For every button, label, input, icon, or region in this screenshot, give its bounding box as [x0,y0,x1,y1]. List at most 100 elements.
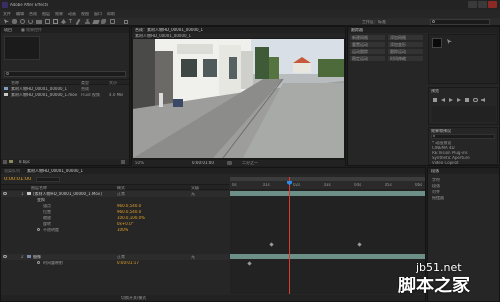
effects-category[interactable]: Video Copilot [432,161,459,165]
search-help-input[interactable] [430,19,490,25]
tab-effect-controls[interactable]: ■ 效果控件 [21,28,42,32]
audio-icon[interactable] [481,98,485,102]
resolution-select[interactable]: 二分之一 [242,161,258,165]
layer-mode-select[interactable]: 正常 [117,255,125,259]
first-frame-icon[interactable] [433,98,437,102]
tracker-button-add-mesh[interactable]: 添加网格 [388,35,423,40]
new-folder-icon[interactable] [9,160,13,163]
menu-item-effect[interactable]: 效果 [55,12,63,16]
tracker-button-stabilize[interactable]: 稳定运动 [350,56,385,61]
puppet-tool-icon[interactable] [110,19,115,24]
property-value[interactable]: 100% [117,228,128,232]
tracker-button-time-stretch[interactable]: 时间伸缩 [388,56,423,61]
snapshot-icon[interactable] [227,161,232,165]
menu-item-composition[interactable]: 合成 [29,12,37,16]
panel-item[interactable]: 摇摆器 [432,196,444,200]
selection-tool-icon[interactable] [4,19,9,24]
tracker-button-add-warp[interactable]: 添加变形 [388,42,423,47]
menu-item-animation[interactable]: 动画 [68,12,76,16]
playhead[interactable] [287,177,292,294]
layer-parent-select[interactable]: 无 [191,192,195,196]
roto-brush-tool-icon[interactable] [101,19,106,24]
layer-parent-select[interactable]: 无 [191,255,195,259]
project-search-input[interactable] [4,71,126,77]
next-frame-icon[interactable] [457,98,461,102]
tab-timeline-comp[interactable]: 素材人物HD_00001_00000_1 [27,169,97,173]
keyframe[interactable] [247,261,252,266]
list-item[interactable]: 素材人物HD_00001_00000_1 合成 [1,86,129,91]
clone-stamp-tool-icon[interactable] [85,19,90,24]
tab-effects-presets[interactable]: 效果和预设 [431,129,451,133]
stopwatch-icon[interactable] [37,261,40,264]
rectangle-tool-icon[interactable] [53,19,58,24]
property-value[interactable]: 0:00:01:17 [117,261,139,265]
effects-category[interactable]: RE:Vision Plug-ins [432,151,468,155]
interpret-footage-icon[interactable] [3,160,7,164]
layer-2-duration-bar[interactable] [230,254,425,259]
column-name-header[interactable]: 名称 [11,81,19,85]
property-value[interactable]: 960.0,540.0 [117,210,141,214]
snap-checkbox[interactable] [124,20,128,24]
trash-icon[interactable] [121,160,125,164]
column-type-header[interactable]: 类型 [81,81,89,85]
maximize-button[interactable] [478,1,487,8]
keyframe[interactable] [357,242,362,247]
visibility-eye-icon[interactable] [3,255,7,258]
tab-preview[interactable]: 预览 [431,89,439,93]
panel-item[interactable]: 字符 [432,178,440,182]
footage-frame[interactable] [133,39,344,158]
tab-project[interactable]: 项目 [4,28,12,32]
rotate-tool-icon[interactable] [28,19,33,24]
layer-1-duration-bar[interactable] [230,191,425,196]
viewer-timecode[interactable]: 0:00:01:00 [192,161,214,165]
effects-category[interactable]: CINEMA 4D [432,146,455,150]
menu-item-file[interactable]: 文件 [3,12,11,16]
table-row[interactable]: 时间重映射 0:00:01:17 [1,260,229,266]
column-mode[interactable]: 模式 [117,186,125,190]
table-row[interactable]: 不透明度 100% [1,227,229,233]
pan-behind-tool-icon[interactable] [45,19,50,24]
tracker-button-new-mesh[interactable]: 新建网格 [350,35,385,40]
panel-item[interactable]: 对齐 [432,190,440,194]
time-ruler[interactable]: 0s 01s 02s 03s 04s 05s 06s [230,181,425,189]
play-icon[interactable] [449,98,453,102]
property-value[interactable]: 0x+0.0° [117,222,134,226]
bit-depth-button[interactable]: 8 bpc [19,160,30,164]
column-layer-name[interactable]: 图层名称 [31,186,47,190]
tracker-button-track[interactable]: 跟踪运动 [388,49,423,54]
camera-tool-icon[interactable] [36,20,42,24]
column-parent[interactable]: 父级 [191,186,199,190]
zoom-tool-icon[interactable] [20,19,25,24]
zoom-select[interactable]: 50% [135,161,144,165]
visibility-eye-icon[interactable] [3,192,7,195]
toggle-switches-modes-button[interactable]: 切换开关/模式 [121,296,146,300]
list-item[interactable]: 素材人物HD_00001_00000_1.mov Fluid 视频 4.0 MB [1,92,129,97]
tab-paragraph[interactable]: 段落 [431,169,439,173]
stopwatch-icon[interactable] [37,228,40,231]
tracker-button-reset[interactable]: 重置运动 [350,42,385,47]
timeline-timecode[interactable]: 0:00:01:00 [4,177,31,182]
tab-render-queue[interactable]: 渲染队列 [4,169,20,173]
property-value[interactable]: 100.0,100.0% [117,216,145,220]
tab-composition[interactable]: 合成：素材人物HD_00001_00000_1 [135,28,285,32]
effects-category[interactable]: Synthetic Aperture [432,156,470,160]
tracker-button-motion[interactable]: 运动跟踪 [350,49,385,54]
loop-icon[interactable] [473,98,478,102]
preview-options[interactable] [432,106,496,122]
previous-frame-icon[interactable] [441,98,445,102]
column-size-header[interactable]: 大小 [109,81,117,85]
layer-mode-select[interactable]: 正常 [117,192,125,196]
menu-item-edit[interactable]: 编辑 [16,12,24,16]
effects-category[interactable]: * 动画预设 [432,141,451,145]
keyframe[interactable] [269,242,274,247]
time-graph[interactable]: 0s 01s 02s 03s 04s 05s 06s [230,177,425,294]
last-frame-icon[interactable] [465,98,469,102]
panel-item[interactable]: 段落 [432,184,440,188]
property-value[interactable]: 960.0,540.0 [117,204,141,208]
effects-search-input[interactable] [431,134,495,139]
tab-tracker[interactable]: 跟踪器 [351,28,363,32]
eraser-tool-icon[interactable] [92,20,100,24]
menu-item-window[interactable]: 窗口 [94,12,102,16]
menu-item-view[interactable]: 视图 [81,12,89,16]
minimize-button[interactable] [468,1,477,8]
